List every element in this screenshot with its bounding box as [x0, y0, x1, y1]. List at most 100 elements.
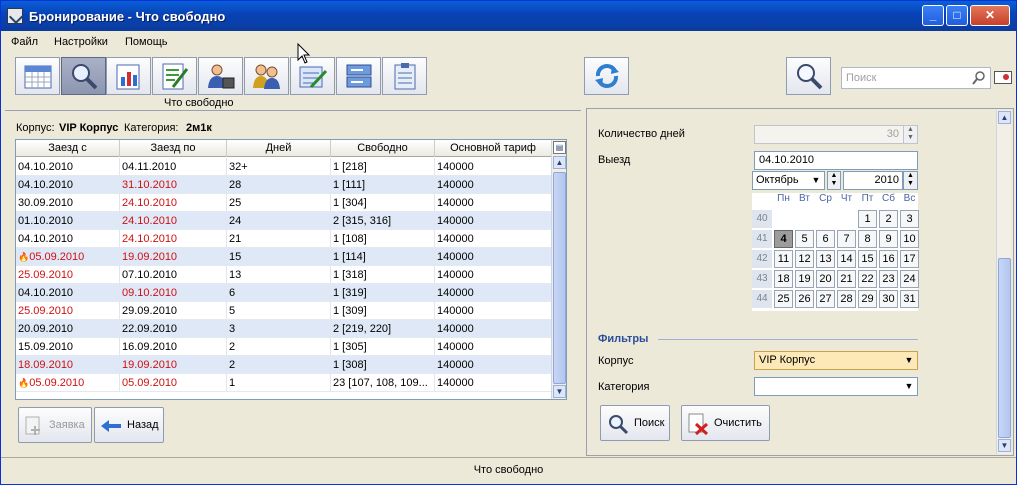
- calendar-day[interactable]: 23: [879, 270, 898, 288]
- calendar-day[interactable]: 9: [879, 230, 898, 248]
- calendar-day[interactable]: 4: [774, 230, 793, 248]
- maximize-button[interactable]: □: [946, 5, 968, 26]
- menu-help[interactable]: Помощь: [125, 36, 168, 48]
- calendar-day[interactable]: 19: [795, 270, 814, 288]
- calendar-day[interactable]: 17: [900, 250, 919, 268]
- scroll-thumb[interactable]: [553, 172, 566, 384]
- category-select[interactable]: ▼: [754, 377, 918, 396]
- server-button[interactable]: [336, 57, 381, 95]
- column-header-tariff[interactable]: Основной тариф: [435, 140, 552, 157]
- scroll-up-icon[interactable]: ▲: [998, 111, 1011, 124]
- scroll-down-icon[interactable]: ▼: [998, 439, 1011, 452]
- korpus-select[interactable]: VIP Корпус ▼: [754, 351, 918, 370]
- scroll-up-icon[interactable]: ▲: [553, 156, 566, 169]
- table-row[interactable]: 04.10.2010 24.10.2010 21 1 [108] 140000: [16, 230, 552, 248]
- calendar-day[interactable]: 10: [900, 230, 919, 248]
- calendar-day[interactable]: 13: [816, 250, 835, 268]
- calendar-day[interactable]: 2: [879, 210, 898, 228]
- filter-scrollbar[interactable]: ▲ ▼: [996, 110, 1011, 454]
- people-button[interactable]: [244, 57, 289, 95]
- table-cell-to: 16.09.2010: [120, 338, 227, 356]
- cell-text: 1 [114]: [333, 251, 366, 263]
- search-options-icon[interactable]: [994, 71, 1012, 85]
- calendar-day[interactable]: 18: [774, 270, 793, 288]
- column-chooser-icon[interactable]: ▤: [553, 141, 566, 154]
- departure-date-field[interactable]: 04.10.2010: [754, 151, 918, 170]
- report-button[interactable]: [106, 57, 151, 95]
- column-header-days[interactable]: Дней: [227, 140, 331, 157]
- table-row[interactable]: 04.10.2010 31.10.2010 28 1 [111] 140000: [16, 176, 552, 194]
- magnifier-button[interactable]: [786, 57, 831, 95]
- month-spinner[interactable]: ▲ ▼: [827, 171, 841, 190]
- table-row[interactable]: 🔥05.09.2010 05.09.2010 1 23 [107, 108, 109.…: [16, 374, 552, 392]
- calendar-day[interactable]: 16: [879, 250, 898, 268]
- calendar-day[interactable]: 5: [795, 230, 814, 248]
- calendar-button[interactable]: [15, 57, 60, 95]
- calendar-day[interactable]: 8: [858, 230, 877, 248]
- calendar-day[interactable]: 28: [837, 290, 856, 308]
- calendar-day[interactable]: 7: [837, 230, 856, 248]
- calendar-day[interactable]: 26: [795, 290, 814, 308]
- calendar-day[interactable]: 11: [774, 250, 793, 268]
- year-spinner[interactable]: ▲ ▼: [903, 171, 918, 190]
- month-select[interactable]: Октябрь ▼: [752, 171, 825, 190]
- edit-document-button[interactable]: [152, 57, 197, 95]
- cell-text: 1 [108]: [333, 233, 367, 245]
- request-button[interactable]: Заявка: [18, 407, 92, 443]
- search-icon[interactable]: [972, 71, 986, 85]
- column-header-from[interactable]: Заезд с: [16, 140, 120, 157]
- back-button[interactable]: Назад: [94, 407, 164, 443]
- clipboard-button[interactable]: [382, 57, 427, 95]
- search-button[interactable]: Поиск: [600, 405, 670, 441]
- calendar-day[interactable]: 29: [858, 290, 877, 308]
- table-row[interactable]: 15.09.2010 16.09.2010 2 1 [305] 140000: [16, 338, 552, 356]
- table-cell-tariff: 140000: [435, 338, 552, 356]
- table-row[interactable]: 01.10.2010 24.10.2010 24 2 [315, 316] 140000: [16, 212, 552, 230]
- table-row[interactable]: 🔥05.09.2010 19.09.2010 15 1 [114] 140000: [16, 248, 552, 266]
- calendar-day[interactable]: 1: [858, 210, 877, 228]
- close-button[interactable]: ✕: [970, 5, 1010, 26]
- minimize-button[interactable]: _: [922, 5, 944, 26]
- calendar-day[interactable]: 20: [816, 270, 835, 288]
- menu-file[interactable]: Файл: [11, 36, 38, 48]
- refresh-button[interactable]: [584, 57, 629, 95]
- table-row[interactable]: 18.09.2010 19.09.2010 2 1 [308] 140000: [16, 356, 552, 374]
- table-row[interactable]: 04.10.2010 09.10.2010 6 1 [319] 140000: [16, 284, 552, 302]
- table-cell-to: 31.10.2010: [120, 176, 227, 194]
- table-cell-to: 19.09.2010: [120, 356, 227, 374]
- chevron-down-icon: ▼: [904, 355, 914, 365]
- calendar-day[interactable]: 3: [900, 210, 919, 228]
- calendar-day[interactable]: 30: [879, 290, 898, 308]
- year-field[interactable]: 2010: [843, 171, 903, 190]
- menu-settings[interactable]: Настройки: [54, 36, 108, 48]
- table-row[interactable]: 25.09.2010 29.09.2010 5 1 [309] 140000: [16, 302, 552, 320]
- calendar-day[interactable]: 14: [837, 250, 856, 268]
- table-row[interactable]: 04.10.2010 04.11.2010 32+ 1 [218] 140000: [16, 158, 552, 176]
- calendar-day[interactable]: 24: [900, 270, 919, 288]
- calendar-day[interactable]: 31: [900, 290, 919, 308]
- table-row[interactable]: 25.09.2010 07.10.2010 13 1 [318] 140000: [16, 266, 552, 284]
- table-row[interactable]: 20.09.2010 22.09.2010 3 2 [219, 220] 140000: [16, 320, 552, 338]
- title-bar[interactable]: Бронирование - Что свободно _ □ ✕: [1, 1, 1016, 31]
- search-input[interactable]: Поиск: [841, 67, 991, 89]
- calendar-day[interactable]: 25: [774, 290, 793, 308]
- calendar-day[interactable]: 27: [816, 290, 835, 308]
- calendar-day[interactable]: 22: [858, 270, 877, 288]
- calendar-day[interactable]: 21: [837, 270, 856, 288]
- clear-button[interactable]: Очистить: [681, 405, 770, 441]
- calendar-day[interactable]: 12: [795, 250, 814, 268]
- free-rooms-button[interactable]: [61, 57, 106, 95]
- calendar-day[interactable]: 15: [858, 250, 877, 268]
- table-scrollbar[interactable]: ▤ ▲ ▼: [551, 140, 566, 399]
- free-rooms-table[interactable]: Заезд с Заезд по Дней Свободно Основной …: [15, 139, 567, 400]
- guest-button[interactable]: [198, 57, 243, 95]
- table-row[interactable]: 30.09.2010 24.10.2010 25 1 [304] 140000: [16, 194, 552, 212]
- calendar-day[interactable]: 6: [816, 230, 835, 248]
- scroll-thumb[interactable]: [998, 258, 1011, 438]
- scroll-down-icon[interactable]: ▼: [553, 385, 566, 398]
- column-header-free[interactable]: Свободно: [331, 140, 435, 157]
- cell-text: 2: [229, 341, 236, 353]
- column-header-to[interactable]: Заезд по: [120, 140, 227, 157]
- filter-korpus-label: Корпус: [598, 355, 634, 367]
- cell-text: 05.09.2010: [29, 251, 85, 263]
